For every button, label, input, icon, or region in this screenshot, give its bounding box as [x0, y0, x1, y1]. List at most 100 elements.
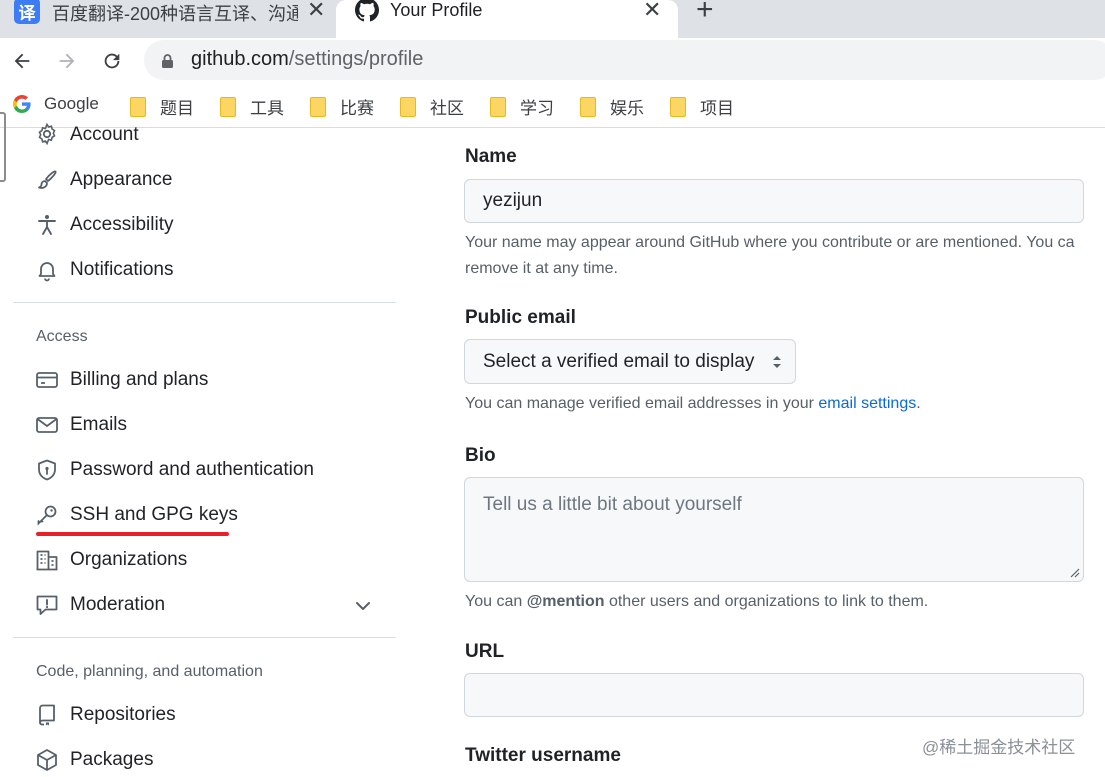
bio-textarea[interactable]: Tell us a little bit about yourself [464, 477, 1084, 582]
sidebar-item-label: Notifications [70, 259, 174, 280]
tab-your-profile[interactable]: Your Profile ✕ [336, 0, 678, 38]
browser-toolbar: github.com/settings/profile [0, 38, 1105, 82]
tab-baidu-translate[interactable]: 译 百度翻译-200种语言互译、沟通全 ✕ [0, 0, 336, 38]
key-icon [37, 505, 57, 526]
folder-icon [130, 96, 146, 117]
section-heading-code: Code, planning, and automation [36, 663, 263, 680]
folder-icon [490, 96, 506, 117]
section-heading-access: Access [36, 328, 88, 345]
watermark: @稀土掘金技术社区 [922, 738, 1076, 757]
new-tab-button[interactable]: + [696, 0, 714, 25]
sidebar-item-label: Accessibility [70, 214, 174, 235]
bookmark-folder[interactable]: 学习 [490, 94, 554, 119]
bookmark-google[interactable]: Google [13, 94, 99, 114]
sidebar-item-label: Password and authentication [70, 459, 314, 480]
email-settings-link[interactable]: email settings [818, 395, 916, 412]
bookmark-folder[interactable]: 社区 [400, 94, 464, 119]
url-path: /settings/profile [288, 48, 424, 70]
bookmark-label: 项目 [700, 99, 734, 118]
url-host: github.com [191, 48, 289, 70]
mention-text: @mention [526, 593, 605, 610]
close-icon[interactable]: ✕ [643, 0, 661, 23]
back-button[interactable] [7, 46, 37, 76]
folder-icon [580, 96, 596, 117]
select-caret-icon [773, 356, 781, 368]
sidebar-item-label: Account [70, 124, 139, 145]
url-input[interactable] [464, 673, 1084, 717]
highlight-underline [36, 532, 229, 536]
arrow-left-icon [14, 53, 30, 69]
gear-icon [38, 122, 56, 146]
lock-icon [162, 54, 173, 68]
bell-icon [38, 262, 56, 282]
sidebar-item-label: Billing and plans [70, 369, 209, 390]
bookmark-label: 社区 [430, 99, 464, 118]
reload-button[interactable] [97, 46, 127, 76]
bookmark-folder[interactable]: 工具 [220, 94, 284, 119]
tab-strip: 译 百度翻译-200种语言互译、沟通全 ✕ Your Profile ✕ + [0, 0, 1105, 38]
bio-help-suffix: other users and organizations to link to… [604, 593, 929, 610]
email-help-prefix: You can manage verified email addresses … [465, 395, 819, 412]
twitter-username-label: Twitter username [465, 745, 621, 766]
arrow-right-icon [59, 53, 75, 69]
bookmark-folder[interactable]: 比赛 [310, 94, 374, 119]
bio-help-text: You can @mention other users and organiz… [465, 593, 928, 611]
folder-icon [310, 96, 326, 117]
bio-placeholder: Tell us a little bit about yourself [483, 494, 742, 515]
scroll-indicator [0, 112, 6, 182]
public-email-select[interactable]: Select a verified email to display [464, 339, 796, 384]
bookmark-label: 学习 [520, 99, 554, 118]
bookmark-label: Google [44, 94, 99, 113]
sidebar-item-label: SSH and GPG keys [70, 504, 238, 525]
reload-icon [104, 53, 120, 69]
public-email-label: Public email [465, 307, 576, 328]
email-help-suffix: . [916, 395, 921, 412]
google-icon [13, 95, 31, 113]
select-value: Select a verified email to display [483, 350, 755, 372]
accessibility-icon [38, 215, 56, 235]
bookmark-label: 题目 [160, 99, 194, 118]
credit-card-icon [36, 372, 58, 388]
divider [13, 302, 396, 303]
sidebar-item-label: Emails [70, 414, 128, 435]
paintbrush-icon [38, 170, 57, 189]
mail-icon [36, 417, 58, 433]
github-icon [355, 0, 379, 22]
sidebar-item-label: Organizations [70, 549, 188, 570]
chevron-down-icon[interactable] [354, 597, 372, 615]
folder-icon [400, 96, 416, 117]
shield-lock-icon [38, 459, 56, 481]
repo-icon [39, 704, 55, 726]
bookmarks-bar: Google 题目 工具 比赛 社区 学习 娱乐 项目 [0, 82, 1105, 128]
forward-button[interactable] [52, 46, 82, 76]
email-help-text: You can manage verified email addresses … [465, 395, 921, 413]
url-label: URL [465, 641, 505, 662]
bookmark-folder[interactable]: 题目 [130, 94, 194, 119]
address-bar[interactable]: github.com/settings/profile [144, 40, 1105, 80]
bookmark-label: 工具 [250, 99, 284, 118]
bookmark-label: 娱乐 [610, 99, 644, 118]
url-text: github.com/settings/profile [191, 48, 423, 71]
bookmark-folder[interactable]: 娱乐 [580, 94, 644, 119]
report-icon [36, 595, 58, 615]
bio-help-prefix: You can [465, 593, 527, 610]
bookmark-label: 比赛 [340, 99, 374, 118]
name-label: Name [465, 146, 517, 167]
bookmark-folder[interactable]: 项目 [670, 94, 734, 119]
baidu-translate-icon: 译 [14, 0, 40, 24]
name-help-text-2: remove it at any time. [465, 260, 618, 277]
sidebar-item-label: Appearance [70, 169, 173, 190]
folder-icon [670, 96, 686, 117]
sidebar-item-label: Repositories [70, 704, 176, 725]
package-icon [37, 749, 57, 771]
divider [13, 637, 396, 638]
name-input[interactable]: yezijun [464, 179, 1084, 223]
resize-handle-icon[interactable] [1068, 566, 1080, 578]
sidebar-item-label: Moderation [70, 594, 166, 615]
bio-label: Bio [465, 445, 496, 466]
tab-title: Your Profile [390, 0, 483, 20]
sidebar-item-label: Packages [70, 749, 154, 770]
tab-title: 百度翻译-200种语言互译、沟通全 [52, 4, 298, 24]
close-icon[interactable]: ✕ [307, 0, 325, 23]
name-help-text: Your name may appear around GitHub where… [465, 234, 1075, 251]
